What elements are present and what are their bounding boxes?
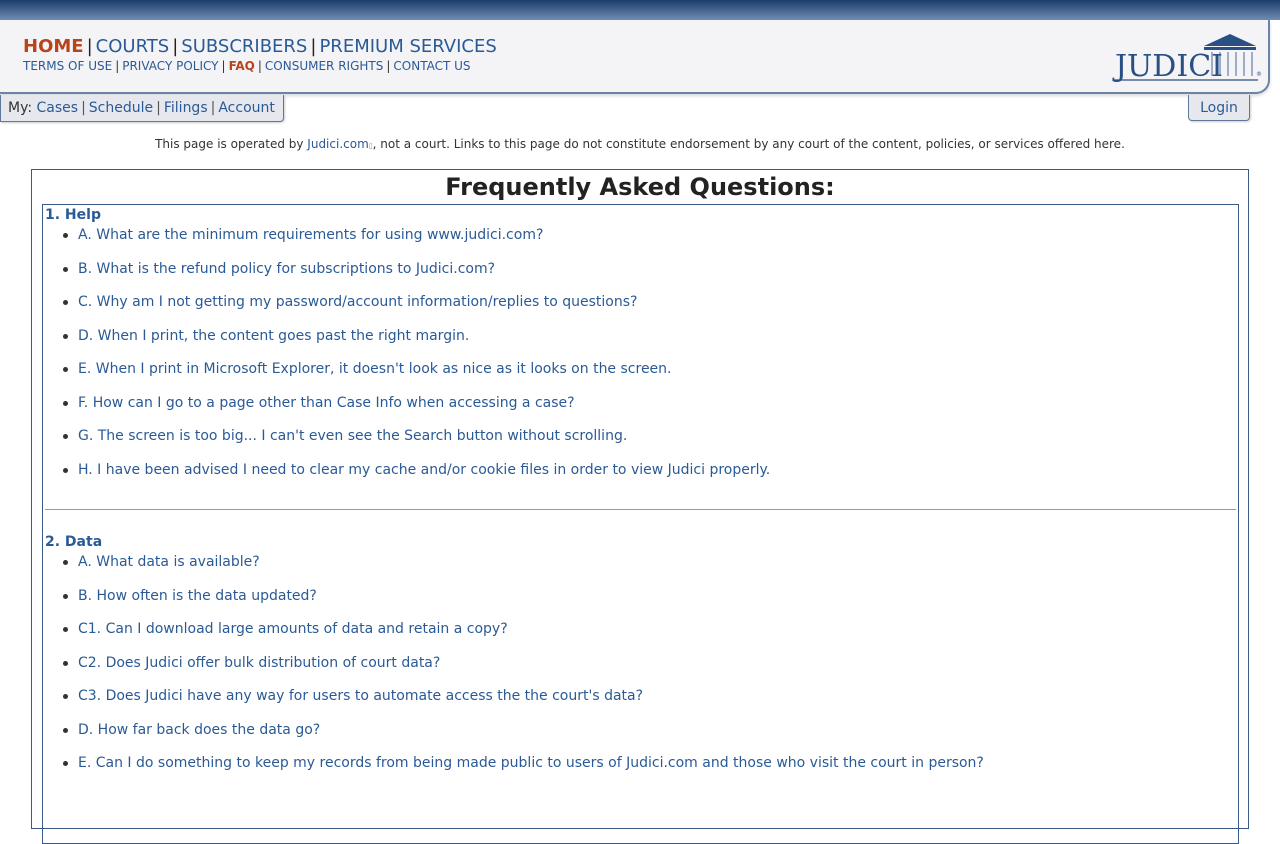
top-gradient-bar <box>0 0 1280 20</box>
site-header: HOME | COURTS | SUBSCRIBERS | PREMIUM SERVICES… <box>0 20 1270 94</box>
logo-text: JUDICI <box>1112 49 1223 84</box>
list-item[interactable]: C3. Does Judici have any way for users t… <box>63 686 1238 720</box>
nav-premium-services[interactable]: PREMIUM SERVICES <box>319 36 496 57</box>
login-button[interactable]: Login <box>1188 95 1250 121</box>
list-item[interactable]: A. What are the minimum requirements for… <box>63 225 1238 259</box>
my-account-link[interactable]: Account <box>218 100 275 116</box>
list-item[interactable]: F. How can I go to a page other than Cas… <box>63 393 1238 427</box>
list-item[interactable]: E. Can I do something to keep my records… <box>63 753 1238 787</box>
list-item[interactable]: C2. Does Judici offer bulk distribution … <box>63 653 1238 687</box>
list-item[interactable]: A. What data is available? <box>63 552 1238 586</box>
list-item[interactable]: D. When I print, the content goes past t… <box>63 326 1238 360</box>
nav-home[interactable]: HOME <box>23 36 84 57</box>
registered-mark: ® <box>1256 71 1262 78</box>
nav-privacy-policy[interactable]: PRIVACY POLICY <box>122 59 218 73</box>
nav-faq[interactable]: FAQ <box>229 59 255 73</box>
my-menu-bar: My: Cases | Schedule | Filings | Account <box>0 95 284 122</box>
sub-nav: TERMS OF USE | PRIVACY POLICY | FAQ | CONSUMER… <box>23 59 471 73</box>
judici-logo[interactable]: JUDICI ® <box>1112 32 1262 88</box>
data-question-list: A. What data is available? B. How often … <box>43 552 1238 787</box>
nav-terms-of-use[interactable]: TERMS OF USE <box>23 59 112 73</box>
nav-contact-us[interactable]: CONTACT US <box>393 59 470 73</box>
my-schedule-link[interactable]: Schedule <box>89 100 153 116</box>
section-title-data: 2. Data <box>45 534 103 550</box>
my-cases-link[interactable]: Cases <box>37 100 79 116</box>
judici-link[interactable]: Judici.com <box>307 137 368 151</box>
help-question-list: A. What are the minimum requirements for… <box>43 225 1238 493</box>
list-item[interactable]: B. What is the refund policy for subscri… <box>63 259 1238 293</box>
page-title: Frequently Asked Questions: <box>445 173 835 201</box>
nav-subscribers[interactable]: SUBSCRIBERS <box>181 36 307 57</box>
list-item[interactable]: C. Why am I not getting my password/acco… <box>63 292 1238 326</box>
main-nav: HOME | COURTS | SUBSCRIBERS | PREMIUM SERVICES <box>23 36 497 57</box>
disclaimer: This page is operated by Judici.com▯, no… <box>155 137 1125 151</box>
list-item[interactable]: H. I have been advised I need to clear m… <box>63 460 1238 494</box>
courthouse-roof-icon <box>1204 34 1256 46</box>
section-divider <box>45 509 1236 510</box>
section-title-help: 1. Help <box>45 207 101 223</box>
faq-panel: Frequently Asked Questions: 1. Help A. W… <box>31 169 1249 844</box>
my-filings-link[interactable]: Filings <box>164 100 208 116</box>
list-item[interactable]: G. The screen is too big... I can't even… <box>63 426 1238 460</box>
list-item[interactable]: C1. Can I download large amounts of data… <box>63 619 1238 653</box>
list-item[interactable]: D. How far back does the data go? <box>63 720 1238 754</box>
my-menu-prefix: My: <box>8 100 33 116</box>
list-item[interactable]: B. How often is the data updated? <box>63 586 1238 620</box>
list-item[interactable]: E. When I print in Microsoft Explorer, i… <box>63 359 1238 393</box>
faq-content: 1. Help A. What are the minimum requirem… <box>42 204 1239 844</box>
nav-courts[interactable]: COURTS <box>96 36 170 57</box>
nav-consumer-rights[interactable]: CONSUMER RIGHTS <box>265 59 383 73</box>
